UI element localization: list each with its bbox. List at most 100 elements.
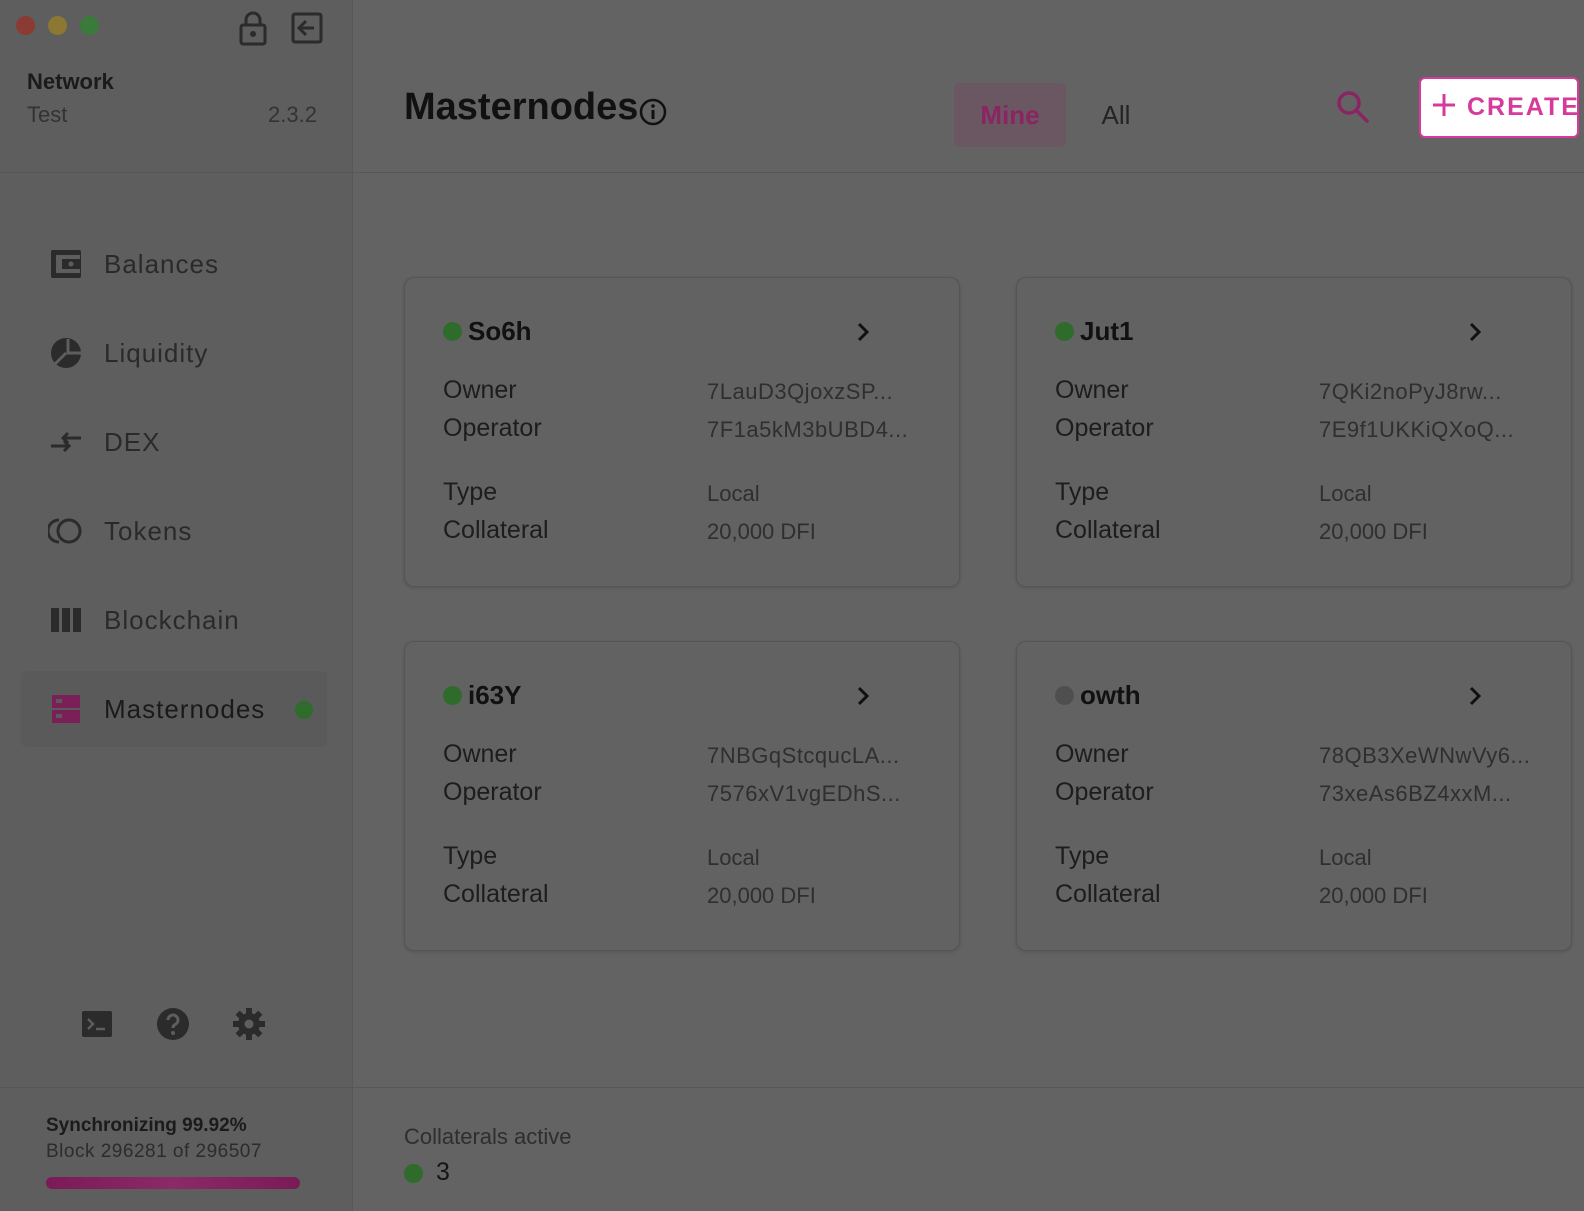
type-value: Local [1319, 481, 1372, 506]
footer-divider [353, 1087, 1584, 1088]
sidebar-item-label: Liquidity [104, 337, 209, 368]
masternode-name: Jut1 [1080, 316, 1134, 346]
chevron-right-icon[interactable] [1465, 684, 1485, 713]
masternode-status-dot [1055, 322, 1074, 341]
plus-icon [1431, 92, 1457, 123]
owner-label: Owner [443, 376, 517, 404]
server-icon [48, 691, 84, 727]
masternode-card-header: So6h [443, 316, 532, 347]
operator-address: 73xeAs6BZ4xxM... [1319, 781, 1512, 806]
operator-label: Operator [1055, 778, 1154, 806]
window-controls [16, 16, 99, 35]
sync-progress-bar [46, 1177, 300, 1189]
create-button-label: CREATE [1467, 93, 1580, 121]
masternode-card[interactable]: Jut1 Owner 7QKi2noPyJ8rw... Operator 7E9… [1016, 277, 1572, 587]
masternode-card[interactable]: owth Owner 78QB3XeWNwVy6... Operator 73x… [1016, 641, 1572, 951]
minimize-window-button[interactable] [48, 16, 67, 35]
masternode-card[interactable]: i63Y Owner 7NBGqStcqucLA... Operator 757… [404, 641, 960, 951]
sidebar-item-label: DEX [104, 426, 161, 457]
tab-mine[interactable]: Mine [954, 83, 1066, 147]
tab-all[interactable]: All [1074, 83, 1158, 147]
masternode-name: So6h [468, 316, 532, 346]
sidebar-item-blockchain[interactable]: Blockchain [21, 582, 327, 658]
masternode-card-header: Jut1 [1055, 316, 1133, 347]
owner-address: 7QKi2noPyJ8rw... [1319, 379, 1502, 404]
collateral-label: Collateral [1055, 516, 1161, 544]
sidebar-top-actions [236, 10, 324, 46]
masternode-filter-tabs: Mine All [954, 83, 1158, 147]
collateral-value: 20,000 DFI [1319, 883, 1428, 908]
sidebar-item-label: Balances [104, 248, 219, 279]
maximize-window-button[interactable] [80, 16, 99, 35]
owner-address: 7LauD3QjoxzSP... [707, 379, 894, 404]
wallet-icon [48, 246, 84, 282]
sync-status-title: Synchronizing 99.92% [46, 1115, 247, 1136]
close-window-button[interactable] [16, 16, 35, 35]
owner-label: Owner [1055, 376, 1129, 404]
create-masternode-button[interactable]: CREATE [1419, 77, 1579, 138]
operator-label: Operator [443, 778, 542, 806]
network-label: Network [27, 69, 114, 94]
sidebar-item-dex[interactable]: DEX [21, 404, 327, 480]
chevron-right-icon[interactable] [853, 684, 873, 713]
sidebar-item-tokens[interactable]: Tokens [21, 493, 327, 569]
help-icon[interactable] [156, 1007, 190, 1041]
tokens-icon [48, 513, 84, 549]
blocks-icon [48, 602, 84, 638]
masternode-name: i63Y [468, 680, 522, 710]
page-title: Masternodes [404, 86, 639, 128]
network-value: Test [27, 102, 68, 127]
sync-progress-fill [46, 1177, 300, 1189]
app-version: 2.3.2 [268, 102, 317, 127]
masternode-status-dot [443, 322, 462, 341]
type-label: Type [443, 842, 498, 870]
owner-label: Owner [1055, 740, 1129, 768]
main-content: Masternodes Mine All CREATE So6h Owner 7… [353, 0, 1584, 1211]
masternode-status-dot [1055, 686, 1074, 705]
operator-address: 7E9f1UKKiQXoQ... [1319, 417, 1515, 442]
type-label: Type [443, 478, 498, 506]
masternode-name: owth [1080, 680, 1141, 710]
collaterals-status-dot [404, 1164, 423, 1183]
owner-address: 7NBGqStcqucLA... [707, 743, 900, 768]
sidebar: Network Test 2.3.2 Balances Liquidity DE… [0, 0, 353, 1211]
gear-icon[interactable] [232, 1007, 266, 1041]
masternode-card-header: i63Y [443, 680, 522, 711]
masternode-card[interactable]: So6h Owner 7LauD3QjoxzSP... Operator 7F1… [404, 277, 960, 587]
operator-address: 7F1a5kM3bUBD4... [707, 417, 909, 442]
app-window: Network Test 2.3.2 Balances Liquidity DE… [0, 0, 1584, 1211]
collateral-value: 20,000 DFI [1319, 519, 1428, 544]
chevron-right-icon[interactable] [1465, 320, 1485, 349]
type-value: Local [707, 845, 760, 870]
sidebar-divider [0, 172, 352, 173]
terminal-icon[interactable] [80, 1007, 114, 1041]
sidebar-item-label: Masternodes [104, 693, 266, 724]
sidebar-item-balances[interactable]: Balances [21, 226, 327, 302]
lock-icon[interactable] [236, 10, 270, 46]
swap-arrows-icon [48, 424, 84, 460]
collaterals-active-count: 3 [436, 1158, 450, 1186]
sidebar-item-liquidity[interactable]: Liquidity [21, 315, 327, 391]
chevron-right-icon[interactable] [853, 320, 873, 349]
sidebar-bottom-actions [80, 1007, 266, 1041]
info-icon[interactable] [639, 98, 667, 131]
owner-address: 78QB3XeWNwVy6... [1319, 743, 1531, 768]
operator-label: Operator [443, 414, 542, 442]
sidebar-footer-divider [0, 1087, 352, 1088]
operator-address: 7576xV1vgEDhS... [707, 781, 901, 806]
logout-icon[interactable] [290, 10, 324, 46]
search-icon[interactable] [1336, 90, 1370, 129]
sidebar-nav: Balances Liquidity DEX Tokens Blockchain… [21, 226, 327, 760]
type-value: Local [707, 481, 760, 506]
collaterals-active-label: Collaterals active [404, 1124, 572, 1149]
collateral-value: 20,000 DFI [707, 883, 816, 908]
type-value: Local [1319, 845, 1372, 870]
sidebar-item-label: Blockchain [104, 604, 240, 635]
collateral-value: 20,000 DFI [707, 519, 816, 544]
type-label: Type [1055, 842, 1110, 870]
sidebar-item-masternodes[interactable]: Masternodes [21, 671, 327, 747]
masternode-card-header: owth [1055, 680, 1141, 711]
collateral-label: Collateral [1055, 880, 1161, 908]
sidebar-item-label: Tokens [104, 515, 193, 546]
pie-chart-icon [48, 335, 84, 371]
